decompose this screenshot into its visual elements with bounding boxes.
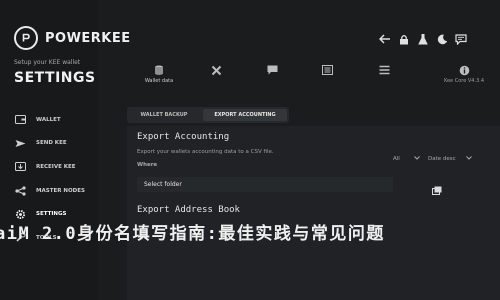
where-label: Where xyxy=(137,162,158,168)
database-icon xyxy=(128,64,190,76)
flask-icon[interactable] xyxy=(416,32,430,46)
chevron-down-icon xyxy=(413,156,420,162)
tab-network[interactable] xyxy=(185,64,247,90)
chevron-down-icon xyxy=(465,156,472,162)
receive-icon xyxy=(14,161,26,173)
cross-icon xyxy=(185,64,247,76)
sidebar: POWERKEE Setup your KEE wallet SETTINGS … xyxy=(0,0,130,300)
setup-text: Setup your KEE wallet xyxy=(14,59,81,66)
folder-field[interactable]: Select folder xyxy=(137,177,393,192)
chat-icon xyxy=(241,64,303,76)
filter-select[interactable]: All xyxy=(393,156,420,162)
sidebar-title: SETTINGS xyxy=(14,70,96,86)
sort-select-value: Date desc xyxy=(428,156,456,162)
export-accounting-title: Export Accounting xyxy=(137,132,230,142)
power-logo-icon xyxy=(14,26,38,50)
export-address-book-title: Export Address Book xyxy=(137,205,240,215)
nodes-icon xyxy=(14,185,26,197)
folder-icon[interactable] xyxy=(432,180,442,199)
backup-segmented-control: WALLET BACKUP EXPORT ACCOUNTING xyxy=(127,107,289,123)
lock-icon[interactable] xyxy=(397,32,411,46)
tab-wallet-data[interactable]: Wallet data xyxy=(128,64,190,90)
sidebar-item-label: MASTER NODES xyxy=(36,187,85,194)
segment-wallet-backup[interactable]: WALLET BACKUP xyxy=(129,109,199,121)
brand: POWERKEE xyxy=(14,26,131,50)
list-icon xyxy=(353,64,415,76)
folder-field-text: Select folder xyxy=(144,181,182,188)
wallet-icon xyxy=(14,114,26,126)
sidebar-item-master-nodes[interactable]: MASTER NODES xyxy=(14,179,85,203)
top-toolbar xyxy=(378,32,468,46)
segment-export-accounting[interactable]: EXPORT ACCOUNTING xyxy=(203,109,287,121)
info-icon xyxy=(433,64,495,76)
menu-icon xyxy=(296,64,358,76)
tab-messages[interactable] xyxy=(241,64,303,90)
chat-icon[interactable] xyxy=(454,32,468,46)
sidebar-item-label: SETTINGS xyxy=(36,211,67,218)
tab-label: Wallet data xyxy=(144,78,174,84)
back-icon[interactable] xyxy=(378,32,392,46)
sidebar-item-label: WALLET xyxy=(36,116,61,123)
sidebar-item-receive-kee[interactable]: RECEIVE KEE xyxy=(14,155,85,179)
sidebar-item-send-kee[interactable]: SEND KEE xyxy=(14,132,85,156)
send-icon xyxy=(14,137,26,149)
filter-select-value: All xyxy=(393,156,400,162)
settings-tabs: Wallet data Kee Core V4.3.4 xyxy=(128,64,500,90)
sidebar-item-wallet[interactable]: WALLET xyxy=(14,108,85,132)
tab-kee-core[interactable]: Kee Core V4.3.4 xyxy=(433,64,495,90)
sidebar-item-label: SEND KEE xyxy=(36,140,67,147)
export-accounting-description: Export your wallets accounting data to a… xyxy=(137,149,274,155)
sort-select[interactable]: Date desc xyxy=(428,156,472,162)
tab-display[interactable] xyxy=(296,64,358,90)
moon-icon[interactable] xyxy=(435,32,449,46)
sidebar-item-label: RECEIVE KEE xyxy=(36,163,76,170)
tab-options[interactable] xyxy=(353,64,415,90)
brand-name: POWERKEE xyxy=(45,30,131,46)
tab-label: Kee Core V4.3.4 xyxy=(443,78,485,84)
export-panel: Export Accounting Export your wallets ac… xyxy=(127,126,500,300)
caption-overlay: aiM 2.0身份名填写指南:最佳实践与常见问题 xyxy=(0,224,385,244)
